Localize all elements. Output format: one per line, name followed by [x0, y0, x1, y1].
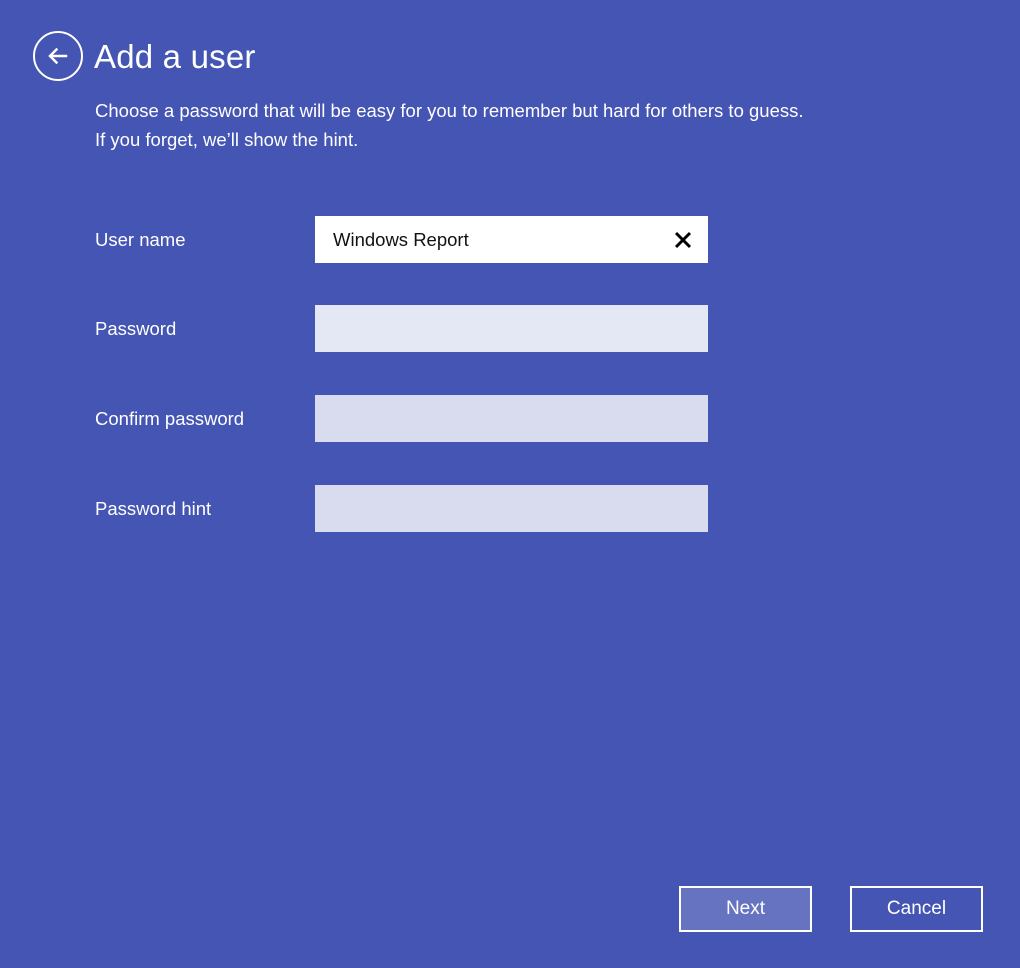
subtitle-line-2: If you forget, we’ll show the hint. — [95, 129, 359, 150]
form-row-confirm-password: Confirm password — [95, 395, 710, 442]
page-subtitle: Choose a password that will be easy for … — [95, 96, 975, 154]
title-row: Add a user — [33, 31, 256, 81]
form-row-password: Password — [95, 305, 710, 352]
page-title: Add a user — [94, 37, 256, 75]
password-input[interactable] — [315, 305, 708, 352]
back-arrow-glyph — [48, 47, 68, 65]
close-x-glyph — [674, 231, 692, 248]
footer-actions: Next Cancel — [0, 886, 1020, 932]
confirm-password-input[interactable] — [315, 395, 708, 442]
form-row-password-hint: Password hint — [95, 485, 710, 532]
label-confirm-password: Confirm password — [95, 408, 245, 429]
next-button[interactable]: Next — [679, 886, 812, 932]
user-name-input[interactable]: Windows Report — [315, 216, 708, 263]
back-arrow-circle-icon[interactable] — [33, 31, 83, 81]
close-x-icon[interactable] — [668, 225, 698, 255]
label-user-name: User name — [95, 229, 186, 250]
password-hint-input[interactable] — [315, 485, 708, 532]
label-password-hint: Password hint — [95, 498, 212, 519]
user-name-value: Windows Report — [333, 229, 469, 250]
cancel-button[interactable]: Cancel — [850, 886, 983, 932]
label-password: Password — [95, 318, 177, 339]
form-row-username: User name Windows Report — [95, 216, 710, 263]
subtitle-line-1: Choose a password that will be easy for … — [95, 100, 804, 121]
